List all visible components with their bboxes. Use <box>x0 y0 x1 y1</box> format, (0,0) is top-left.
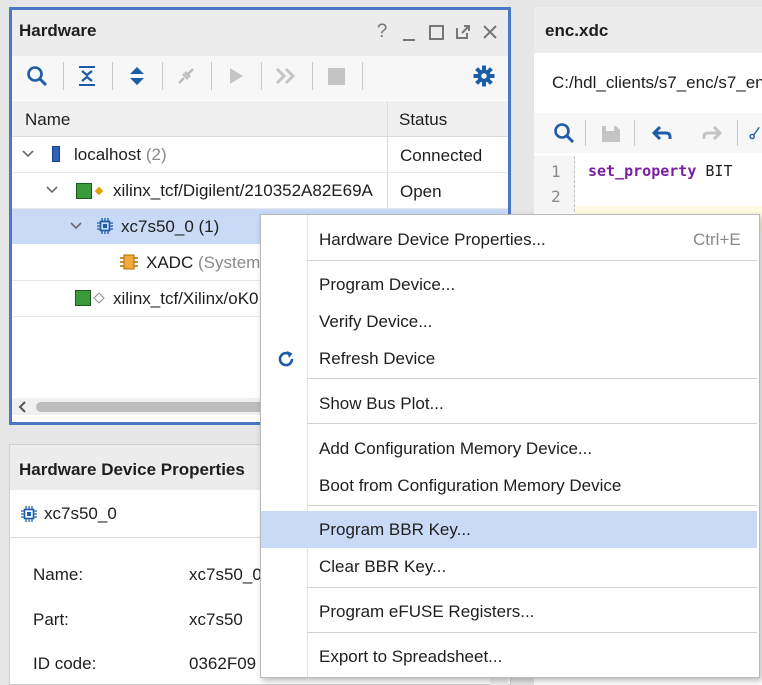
menu-item-verify-device[interactable]: Verify Device... <box>261 303 757 340</box>
menu-item-clear-bbr-key[interactable]: Clear BBR Key... <box>261 548 757 585</box>
status-open: Open <box>400 182 442 201</box>
tree-label-localhost: localhost (2) <box>74 145 167 164</box>
properties-title: Hardware Device Properties <box>19 460 245 479</box>
collapse-all-icon[interactable] <box>76 63 98 89</box>
chevron-down-icon[interactable] <box>45 182 59 198</box>
scroll-left-icon[interactable] <box>14 399 30 414</box>
maximize-icon[interactable] <box>428 24 444 40</box>
help-icon[interactable]: ? <box>373 20 391 44</box>
close-icon[interactable] <box>481 22 499 42</box>
line-number-2: 2 <box>551 187 561 206</box>
property-value-part: xc7s50 <box>189 610 243 629</box>
search-icon[interactable] <box>25 63 49 89</box>
scrollbar-thumb[interactable] <box>36 402 266 412</box>
property-value-name: xc7s50_0 <box>189 565 262 584</box>
chevron-down-icon[interactable] <box>21 146 35 162</box>
tree-label-device: xc7s50_0 (1) <box>121 217 220 236</box>
cut-icon[interactable] <box>748 120 762 146</box>
property-value-idcode: 0362F09 <box>189 654 257 673</box>
column-name-header[interactable]: Name <box>25 110 70 130</box>
file-path: C:/hdl_clients/s7_enc/s7_en <box>552 73 762 92</box>
menu-item-add-configuration-memory-device[interactable]: Add Configuration Memory Device... <box>261 430 757 467</box>
menu-item-program-efuse-registers[interactable]: Program eFUSE Registers... <box>261 593 757 630</box>
search-icon[interactable] <box>552 120 576 146</box>
expand-all-icon[interactable] <box>126 63 148 89</box>
property-label-idcode: ID code: <box>33 654 97 673</box>
tree-label-xilinx: xilinx_tcf/Xilinx/oK0 <box>113 289 259 308</box>
jtag-target-icon <box>72 182 106 200</box>
minimize-icon[interactable] <box>401 22 417 44</box>
xadc-icon <box>119 253 139 271</box>
float-icon[interactable] <box>454 22 472 42</box>
property-label-name: Name: <box>33 565 84 584</box>
menu-item-boot-from-configuration-memory-device[interactable]: Boot from Configuration Memory Device <box>261 467 757 504</box>
column-status-header[interactable]: Status <box>399 110 447 130</box>
chip-icon <box>96 217 114 235</box>
menu-item-export-to-spreadsheet[interactable]: Export to Spreadsheet... <box>261 638 757 675</box>
undo-icon[interactable] <box>650 120 674 146</box>
save-icon[interactable] <box>600 120 622 146</box>
shortcut-ctrl-e: Ctrl+E <box>693 230 741 249</box>
code-line-1: set_property BIT <box>588 162 733 180</box>
tree-label-digilent: xilinx_tcf/Digilent/210352A82E69A <box>113 181 373 200</box>
chip-icon <box>20 505 38 523</box>
line-number-1: 1 <box>551 162 561 181</box>
status-connected: Connected <box>400 146 483 165</box>
menu-item-hardware-device-properties[interactable]: Hardware Device Properties... Ctrl+E <box>261 221 757 258</box>
jtag-target-icon <box>72 289 106 307</box>
context-menu: Hardware Device Properties... Ctrl+E Pro… <box>260 214 760 678</box>
menu-item-show-bus-plot[interactable]: Show Bus Plot... <box>261 385 757 422</box>
gear-icon[interactable] <box>472 63 496 89</box>
tree-label-xadc: XADC (System <box>146 253 261 272</box>
property-label-part: Part: <box>33 610 69 629</box>
editor-tab-title[interactable]: enc.xdc <box>545 21 608 41</box>
menu-item-program-bbr-key[interactable]: Program BBR Key... <box>261 511 757 548</box>
menu-item-program-device[interactable]: Program Device... <box>261 266 757 303</box>
server-icon <box>50 145 62 163</box>
redo-icon[interactable] <box>700 120 724 146</box>
refresh-icon <box>276 349 296 369</box>
fast-forward-icon[interactable] <box>274 63 298 89</box>
menu-item-refresh-device[interactable]: Refresh Device <box>261 340 757 377</box>
disconnect-icon[interactable] <box>175 63 197 89</box>
run-icon[interactable] <box>225 63 247 89</box>
properties-device-name: xc7s50_0 <box>44 504 117 523</box>
chevron-down-icon[interactable] <box>69 218 83 234</box>
hardware-panel-title: Hardware <box>19 21 97 40</box>
stop-icon[interactable] <box>325 63 347 89</box>
